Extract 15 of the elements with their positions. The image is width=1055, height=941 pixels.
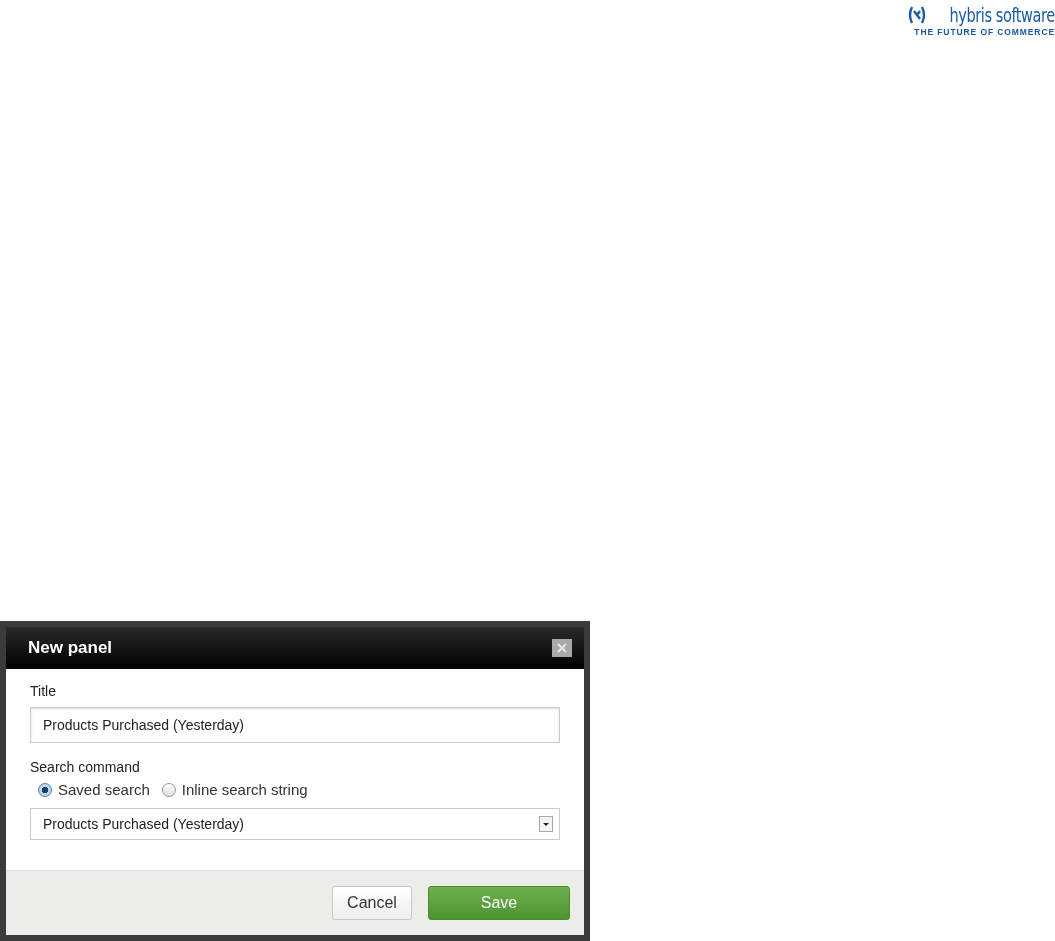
- field-label: Search command: [30, 759, 141, 775]
- radio-label: Inline search string: [181, 781, 308, 798]
- close-icon: [557, 643, 567, 653]
- close-button[interactable]: [552, 639, 572, 657]
- logo-tagline: THE FUTURE OF COMMERCE: [914, 27, 1055, 37]
- logo-name: hybris software: [949, 4, 1055, 26]
- dialog-title: New panel: [28, 638, 113, 658]
- radio-button[interactable]: [161, 782, 176, 797]
- title-field[interactable]: Products Purchased (Yesterday): [30, 707, 560, 743]
- radio-label: Saved search: [58, 781, 150, 798]
- field-label: Title: [30, 683, 57, 699]
- radio-button[interactable]: [38, 782, 52, 797]
- logo-mark-icon: [907, 5, 928, 25]
- search-dropdown[interactable]: Products Purchased (Yesterday): [30, 808, 560, 840]
- cancel-button[interactable]: Cancel: [332, 886, 412, 920]
